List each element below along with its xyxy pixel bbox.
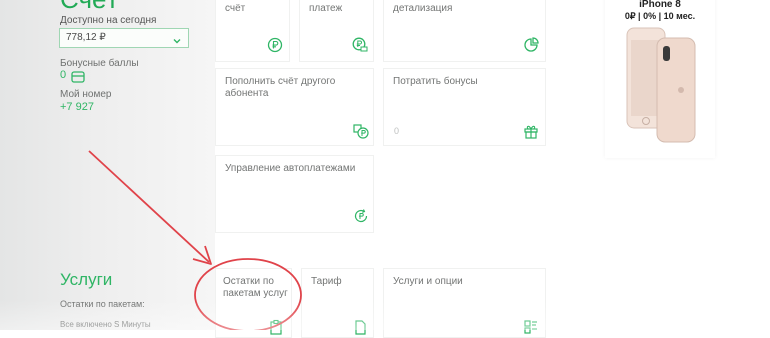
page-title: Счёт (60, 0, 118, 15)
tile-topup-other[interactable]: Пополнить счёт другого абонента (215, 68, 374, 146)
tile-details[interactable]: детализация (383, 0, 546, 62)
balance-dropdown[interactable]: 778,12 ₽ (59, 28, 189, 48)
tile-services-options-label: Услуги и опции (393, 276, 463, 287)
bonus-value[interactable]: 0 (60, 69, 66, 81)
tile-details-label: детализация (393, 3, 453, 14)
clipboard-icon (268, 319, 284, 335)
package-remains-label: Остатки по пакетам: (60, 299, 145, 309)
iphone-ad-banner[interactable]: iPhone 8 0₽ | 0% | 10 мес. (605, 0, 715, 158)
balance-value: 778,12 ₽ (66, 32, 106, 43)
pie-chart-icon (523, 37, 539, 53)
autopay-icon (353, 208, 369, 224)
tile-payment-label: платеж (309, 3, 343, 14)
ad-brand: iPhone 8 (639, 0, 681, 10)
package-included-text: Все включено S Минуты (60, 320, 151, 329)
ad-offer: 0₽ | 0% | 10 мес. (624, 11, 696, 21)
services-section-title: Услуги (60, 270, 113, 289)
tile-package-remains[interactable]: Остатки по пакетам услуг (215, 268, 292, 338)
tile-spend-bonus-label: Потратить бонусы (393, 76, 478, 87)
ruble-transfer-icon (353, 123, 369, 139)
ruble-icon (267, 37, 283, 53)
chevron-down-icon (172, 33, 182, 44)
bonus-icon (70, 69, 85, 83)
tile-services-options[interactable]: Услуги и опции (383, 268, 546, 338)
tile-topup[interactable]: счёт (215, 0, 290, 62)
options-icon (523, 319, 539, 335)
balance-label: Доступно на сегодня (60, 15, 157, 26)
ruble-card-icon (352, 37, 368, 53)
tile-tariff[interactable]: Тариф (301, 268, 374, 338)
my-number-label: Мой номер (60, 89, 112, 100)
tile-topup-other-label: Пополнить счёт другого абонента (225, 76, 336, 99)
phone-image (623, 26, 703, 146)
tile-package-remains-label: Остатки по пакетам услуг (223, 276, 288, 299)
tile-tariff-label: Тариф (311, 276, 342, 287)
tile-topup-label: счёт (225, 3, 246, 14)
tile-payment[interactable]: платеж (299, 0, 374, 62)
tile-autopay[interactable]: Управление автоплатежами (215, 155, 374, 233)
tile-spend-bonus[interactable]: Потратить бонусы 0 (383, 68, 546, 146)
tile-autopay-label: Управление автоплатежами (225, 163, 356, 174)
tile-spend-bonus-value: 0 (394, 126, 400, 136)
gift-icon (523, 123, 539, 139)
my-number-value: +7 927 (60, 101, 94, 113)
document-icon (352, 319, 368, 335)
bonus-label: Бонусные баллы (60, 58, 139, 69)
